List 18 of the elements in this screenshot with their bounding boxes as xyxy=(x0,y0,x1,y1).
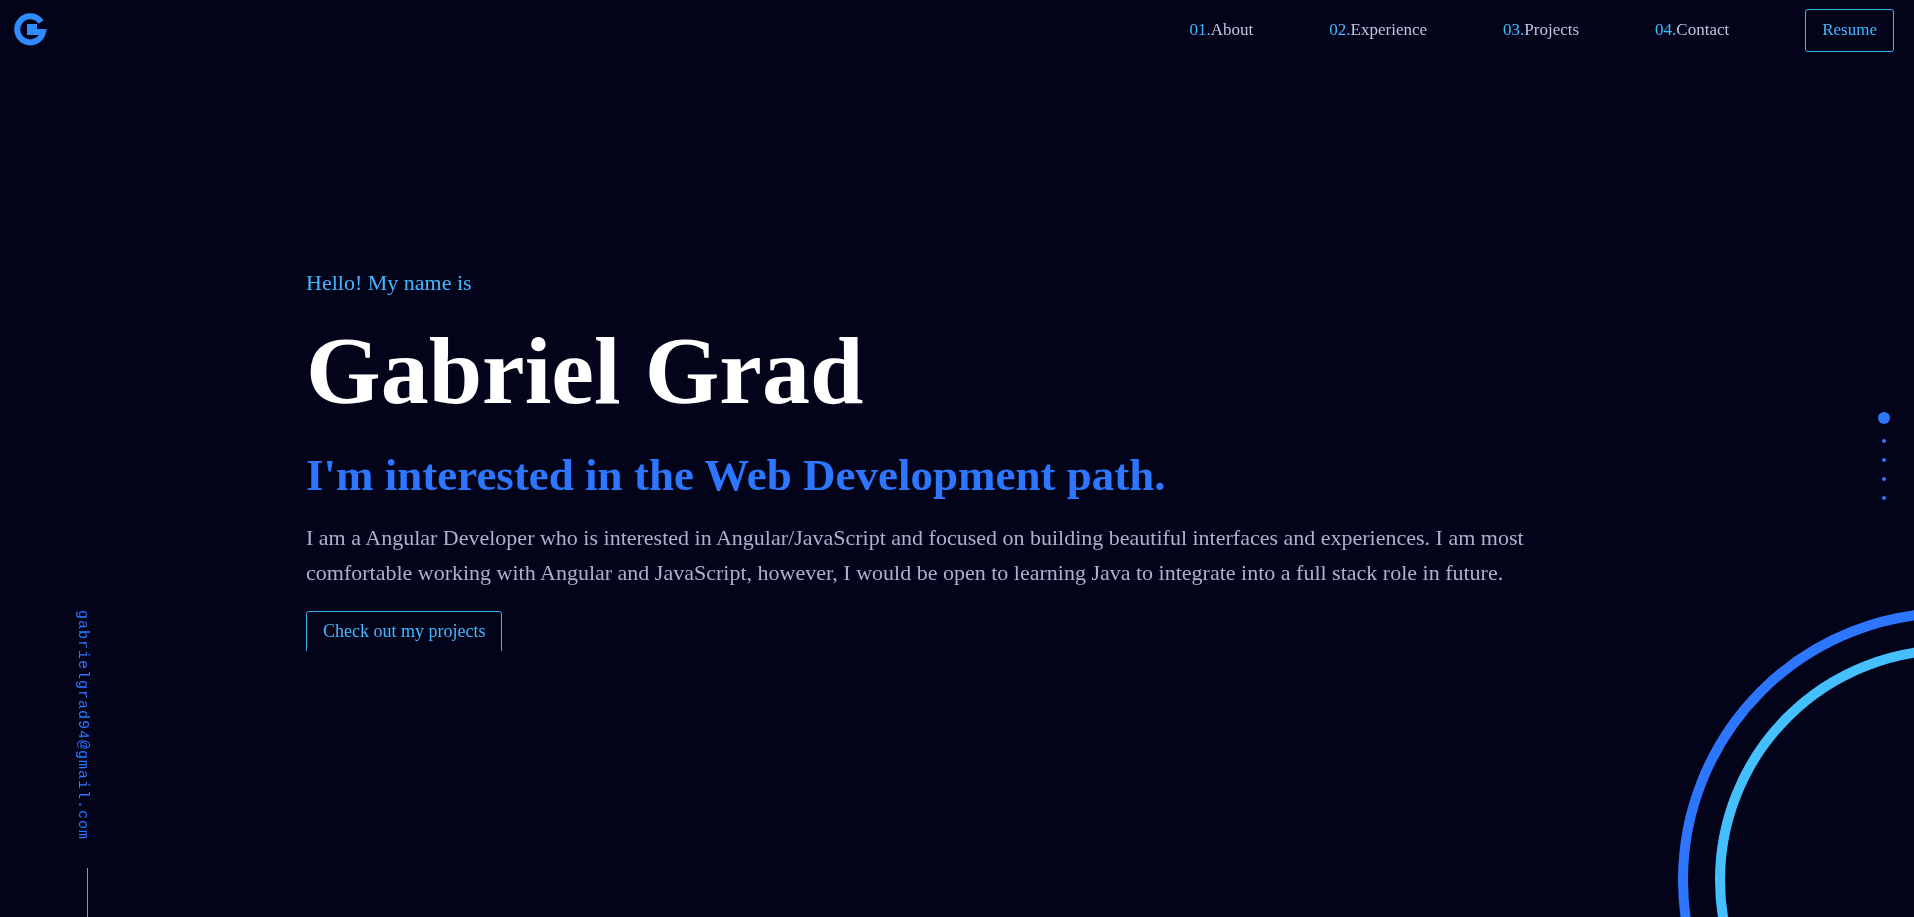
bio-paragraph: I am a Angular Developer who is interested in Angular/JavaScript and focused on building beautiful interfaces and experiences. I am most comfortable working with Angular and JavaScript, however, I would be open to learning Java to integrate into a full stack role in future. xyxy=(306,524,1525,587)
projects-button[interactable]: Check out my projects xyxy=(306,611,503,651)
vertical-line xyxy=(87,868,88,917)
name-heading: Gabriel Grad xyxy=(306,316,864,426)
email-link[interactable]: gabrielgrad94@gmail.com xyxy=(74,610,91,841)
section-dot[interactable] xyxy=(1882,477,1886,481)
resume-button[interactable]: Resume xyxy=(1805,8,1894,52)
section-dot[interactable] xyxy=(1882,439,1886,443)
logo-icon[interactable] xyxy=(13,13,47,47)
nav-link[interactable]: 02.Experience xyxy=(1329,20,1428,40)
nav-link[interactable]: 04.Contact xyxy=(1655,20,1730,40)
nav-link[interactable]: 01.About xyxy=(1189,20,1254,40)
nav-link[interactable]: 03.Projects xyxy=(1503,20,1580,40)
section-dot[interactable] xyxy=(1882,496,1886,500)
tagline-heading: I'm interested in the Web Development path. xyxy=(306,449,1166,502)
section-dot[interactable] xyxy=(1882,458,1886,462)
greeting-text: Hello! My name is xyxy=(306,270,473,296)
section-dot[interactable] xyxy=(1878,412,1890,424)
